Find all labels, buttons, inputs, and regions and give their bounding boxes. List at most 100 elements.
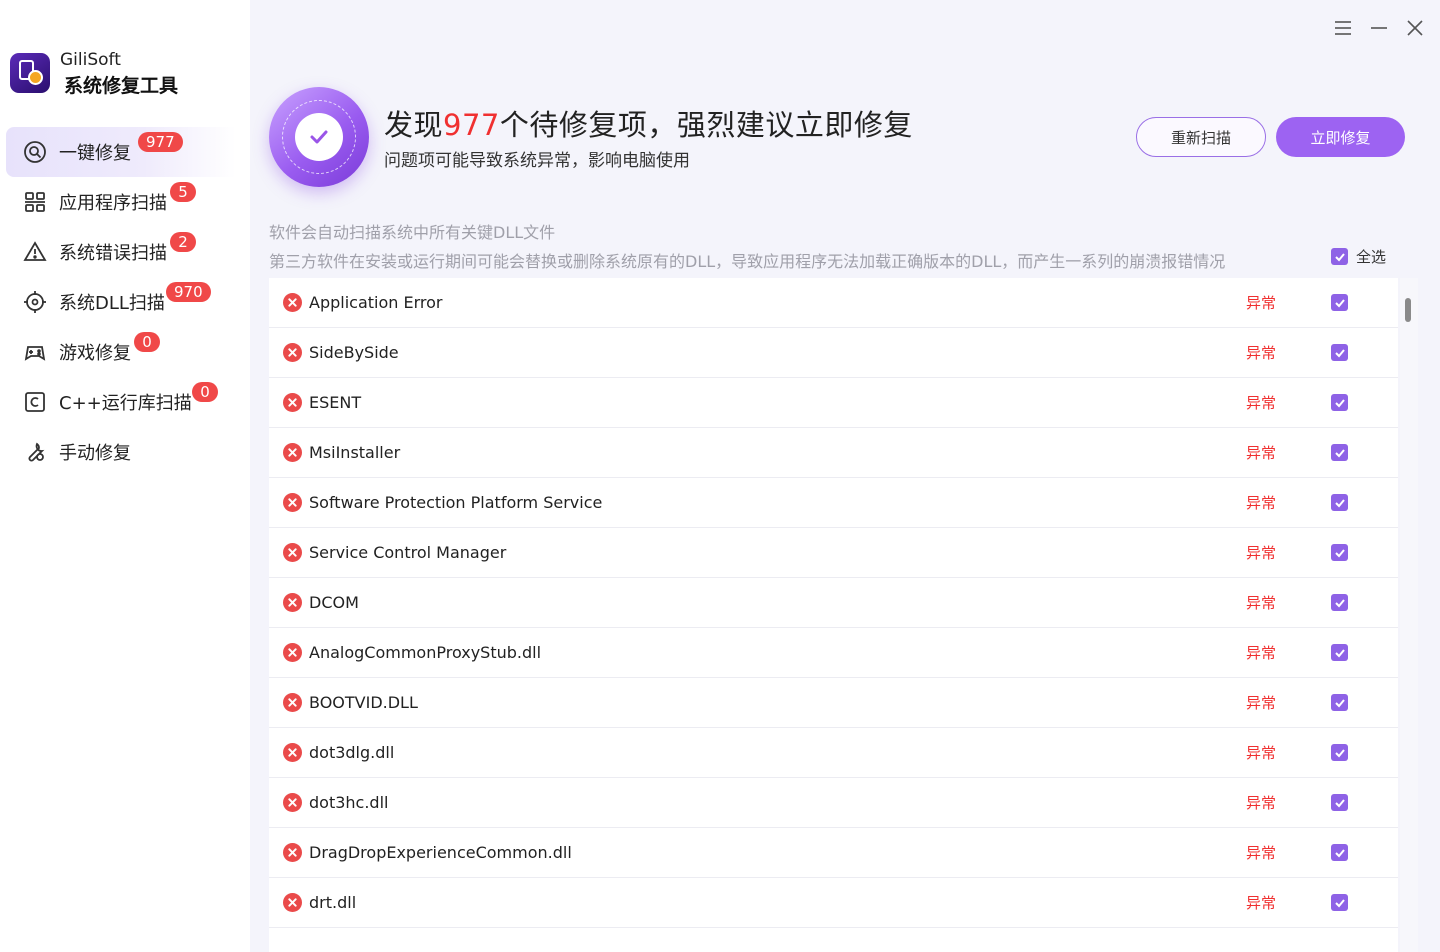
list-item[interactable]: DragDropExperienceCommon.dll 异常 [269, 828, 1398, 878]
issue-name: Application Error [309, 293, 443, 312]
sidebar-item-game-repair[interactable]: 游戏修复 0 [0, 327, 250, 377]
sidebar-item-label: 手动修复 [59, 443, 131, 464]
error-icon [283, 443, 302, 462]
sidebar-item-label: 应用程序扫描 [59, 193, 167, 214]
row-checkbox[interactable] [1331, 794, 1348, 811]
select-all-checkbox[interactable]: 全选 [1331, 246, 1386, 267]
issue-name: AnalogCommonProxyStub.dll [309, 643, 542, 662]
sidebar-item-label: 系统DLL扫描 [59, 293, 165, 314]
row-checkbox[interactable] [1331, 544, 1348, 561]
status-check-icon [269, 87, 369, 187]
list-item[interactable]: AnalogCommonProxyStub.dll 异常 [269, 628, 1398, 678]
wrench-icon [22, 439, 48, 465]
fix-now-button[interactable]: 立即修复 [1276, 117, 1405, 157]
list-item[interactable]: DCOM 异常 [269, 578, 1398, 628]
row-checkbox[interactable] [1331, 294, 1348, 311]
error-icon [283, 793, 302, 812]
row-checkbox[interactable] [1331, 594, 1348, 611]
app-scan-icon [22, 189, 48, 215]
issue-status: 异常 [1246, 344, 1277, 362]
error-icon [283, 893, 302, 912]
issue-status: 异常 [1246, 444, 1277, 462]
list-item[interactable]: SideBySide 异常 [269, 328, 1398, 378]
list-item[interactable]: Software Protection Platform Service 异常 [269, 478, 1398, 528]
sidebar-item-label: 一键修复 [59, 143, 131, 164]
issue-name: Service Control Manager [309, 543, 507, 562]
sidebar-nav: 一键修复 977 应用程序扫描 5 系统错误扫描 2 系统DLL扫描 970 游… [0, 127, 250, 477]
rescan-button[interactable]: 重新扫描 [1136, 117, 1266, 157]
one-click-repair-icon [22, 139, 48, 165]
error-icon [283, 693, 302, 712]
issue-status: 异常 [1246, 694, 1277, 712]
sidebar-item-manual-repair[interactable]: 手动修复 [0, 427, 250, 477]
list-item[interactable]: BOOTVID.DLL 异常 [269, 678, 1398, 728]
row-checkbox[interactable] [1331, 744, 1348, 761]
row-checkbox[interactable] [1331, 894, 1348, 911]
close-icon[interactable] [1404, 14, 1426, 42]
list-item[interactable]: dot3dlg.dll 异常 [269, 728, 1398, 778]
brand-name: GiliSoft [60, 50, 121, 70]
issue-name: DCOM [309, 593, 359, 612]
row-checkbox[interactable] [1331, 644, 1348, 661]
sidebar-item-dll-scan[interactable]: 系统DLL扫描 970 [0, 277, 250, 327]
select-all-label: 全选 [1356, 248, 1387, 266]
issue-name: DragDropExperienceCommon.dll [309, 843, 572, 862]
error-icon [283, 843, 302, 862]
issue-name: Software Protection Platform Service [309, 493, 603, 512]
count-badge: 970 [166, 282, 211, 302]
sidebar-item-label: 游戏修复 [59, 343, 131, 364]
count-badge: 0 [134, 332, 160, 352]
row-checkbox[interactable] [1331, 694, 1348, 711]
issue-status: 异常 [1246, 844, 1277, 862]
brand: GiliSoft 系统修复工具 [10, 50, 178, 100]
issue-status: 异常 [1246, 744, 1277, 762]
target-icon [22, 289, 48, 315]
issue-name: SideBySide [309, 343, 399, 362]
error-icon [283, 293, 302, 312]
menu-icon[interactable] [1332, 14, 1354, 42]
error-icon [283, 543, 302, 562]
issue-status: 异常 [1246, 544, 1277, 562]
description-line-2: 第三方软件在安装或运行期间可能会替换或删除系统原有的DLL，导致应用程序无法加载… [269, 252, 1226, 271]
issue-status: 异常 [1246, 644, 1277, 662]
row-checkbox[interactable] [1331, 344, 1348, 361]
scrollbar-thumb[interactable] [1405, 298, 1411, 322]
error-icon [283, 343, 302, 362]
sidebar-item-label: 系统错误扫描 [59, 243, 167, 264]
error-icon [283, 643, 302, 662]
issue-name: drt.dll [309, 893, 357, 912]
issue-status: 异常 [1246, 594, 1277, 612]
issue-name: dot3hc.dll [309, 793, 389, 812]
sidebar-item-label: C++运行库扫描 [59, 393, 192, 414]
list-item[interactable]: MsiInstaller 异常 [269, 428, 1398, 478]
issue-name: MsiInstaller [309, 443, 401, 462]
row-checkbox[interactable] [1331, 394, 1348, 411]
row-checkbox[interactable] [1331, 494, 1348, 511]
issue-status: 异常 [1246, 794, 1277, 812]
sidebar-item-one-click-repair[interactable]: 一键修复 977 [6, 127, 236, 177]
issue-status: 异常 [1246, 294, 1277, 312]
page-title: 发现977个待修复项，强烈建议立即修复 [384, 108, 913, 142]
c-box-icon [22, 389, 48, 415]
error-icon [283, 393, 302, 412]
list-item[interactable]: dot3hc.dll 异常 [269, 778, 1398, 828]
window-controls [1332, 14, 1426, 42]
issue-status: 异常 [1246, 494, 1277, 512]
issue-name: ESENT [309, 393, 362, 412]
minimize-icon[interactable] [1368, 14, 1390, 42]
count-badge: 5 [170, 182, 196, 202]
sidebar: GiliSoft 系统修复工具 一键修复 977 应用程序扫描 5 系统错误扫描… [0, 0, 250, 952]
row-checkbox[interactable] [1331, 844, 1348, 861]
list-item[interactable]: ESENT 异常 [269, 378, 1398, 428]
page-subtitle: 问题项可能导致系统异常，影响电脑使用 [384, 151, 690, 171]
row-checkbox[interactable] [1331, 444, 1348, 461]
scrollbar[interactable] [1400, 278, 1418, 952]
list-item[interactable]: Application Error 异常 [269, 278, 1398, 328]
description-line-1: 软件会自动扫描系统中所有关键DLL文件 [269, 223, 556, 242]
list-item[interactable]: Service Control Manager 异常 [269, 528, 1398, 578]
count-badge: 2 [170, 232, 196, 252]
list-item[interactable]: drt.dll 异常 [269, 878, 1398, 928]
sidebar-item-app-scan[interactable]: 应用程序扫描 5 [0, 177, 250, 227]
sidebar-item-cpp-runtime-scan[interactable]: C++运行库扫描 0 [0, 377, 250, 427]
sidebar-item-system-error-scan[interactable]: 系统错误扫描 2 [0, 227, 250, 277]
